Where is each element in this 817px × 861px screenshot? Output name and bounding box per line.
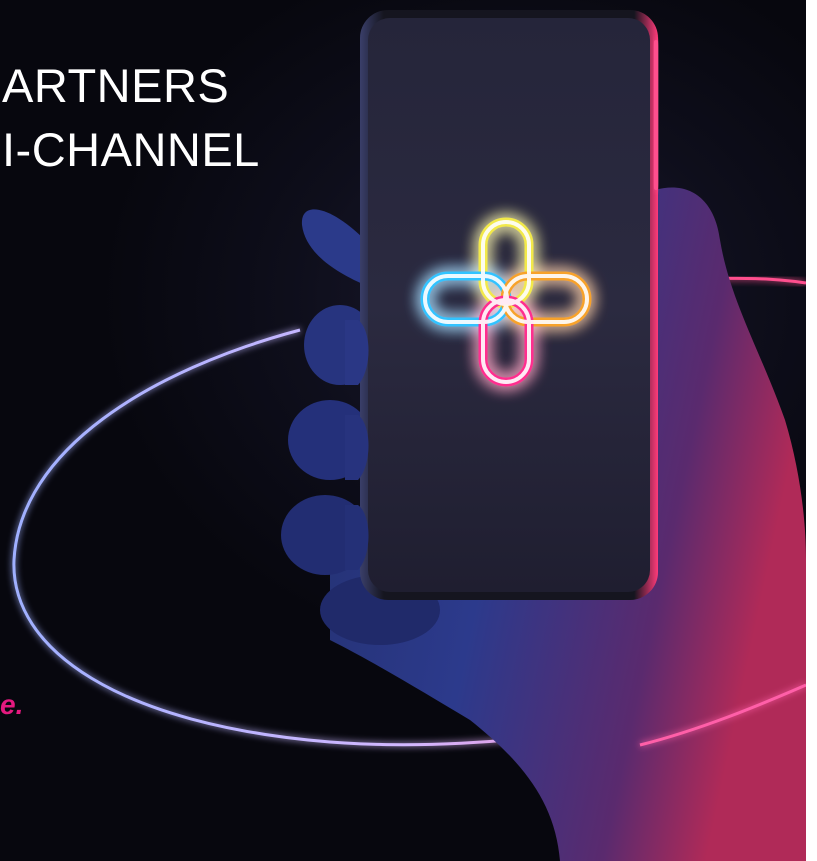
tagline-end: e.: [0, 689, 24, 720]
ad-page: ARTNERS I-CHANNEL e.: [0, 0, 817, 861]
phone-edge-glow: [654, 40, 658, 190]
headline-line-1: ARTNERS: [2, 59, 230, 112]
headline-line-2: I-CHANNEL: [2, 123, 260, 176]
hero-image: ARTNERS I-CHANNEL e.: [0, 0, 806, 861]
thumb: [301, 209, 365, 285]
